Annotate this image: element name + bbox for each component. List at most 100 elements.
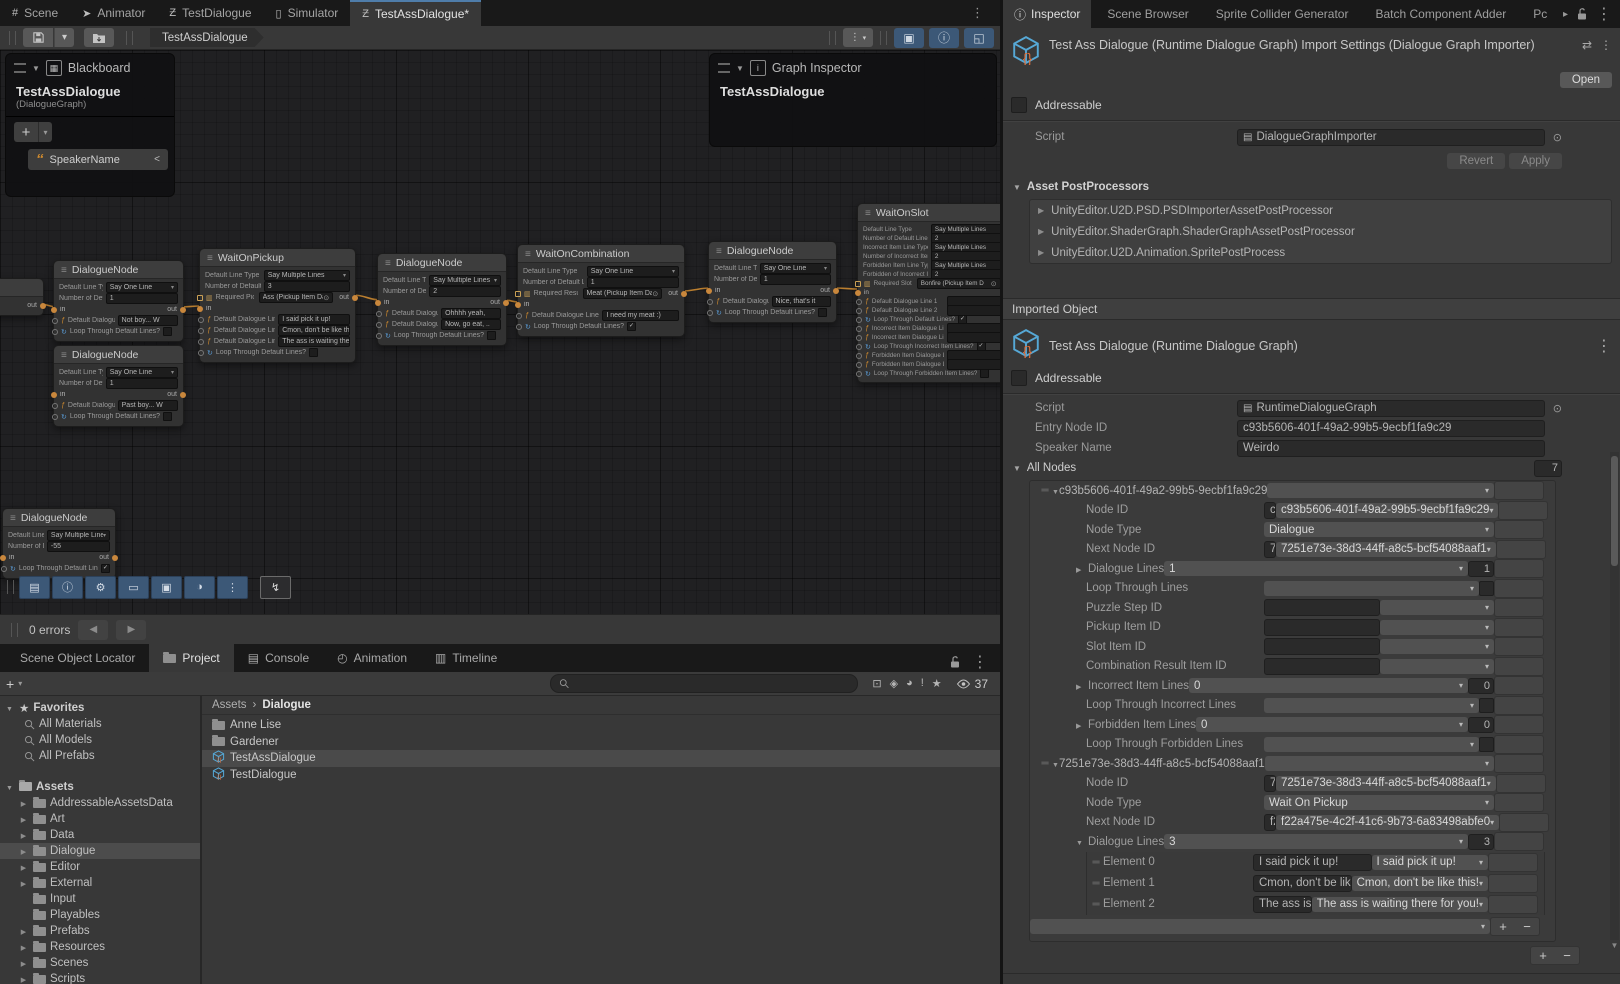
node-number-field[interactable]: 3 xyxy=(264,281,350,292)
remove-element-button[interactable] xyxy=(1513,854,1537,871)
visibility-toggle[interactable]: 37 xyxy=(950,677,994,691)
blackboard-toggle-button[interactable]: ▣ xyxy=(894,28,924,48)
apply-button[interactable]: Apply xyxy=(1509,153,1562,169)
node-text-field[interactable] xyxy=(947,305,1000,316)
input-port[interactable] xyxy=(855,290,861,296)
node-text-field[interactable]: Cmon, don't be like this! xyxy=(278,325,350,336)
drag-handle-icon[interactable] xyxy=(1089,857,1103,868)
property-dropdown[interactable]: 1▾ xyxy=(1164,561,1468,576)
node-checkbox[interactable] xyxy=(627,322,636,331)
add-element-button[interactable] xyxy=(1495,619,1519,636)
expand-arrow-icon[interactable] xyxy=(18,941,29,953)
array-size-field[interactable]: 0 xyxy=(1468,678,1494,694)
search-filter-icon[interactable]: ◕ xyxy=(902,677,917,690)
object-menu-icon[interactable]: ⋮ xyxy=(1596,336,1612,356)
favorites-root[interactable]: ★ Favorites xyxy=(0,699,200,716)
alert-icon[interactable]: ! xyxy=(917,677,928,690)
project-file-item[interactable]: {} Anne Lise xyxy=(202,717,1000,734)
remove-element-button[interactable] xyxy=(1519,755,1543,772)
remove-element-button[interactable] xyxy=(1519,658,1543,675)
property-dropdown[interactable]: 3▾ xyxy=(1164,834,1468,849)
add-element-button[interactable] xyxy=(1497,541,1521,558)
expand-arrow-icon[interactable] xyxy=(4,702,15,714)
property-field[interactable] xyxy=(1264,619,1380,636)
node-number-field[interactable]: 1 xyxy=(760,274,831,285)
add-element-button[interactable] xyxy=(1499,502,1523,519)
remove-element-button[interactable] xyxy=(1519,580,1543,597)
input-port[interactable] xyxy=(856,335,862,341)
add-variable-dropdown[interactable]: ▾ xyxy=(38,122,52,142)
remove-element-button[interactable] xyxy=(1523,502,1547,519)
expand-arrow-icon[interactable] xyxy=(18,861,29,873)
input-port[interactable] xyxy=(856,344,862,350)
input-port[interactable] xyxy=(52,329,58,335)
input-port[interactable] xyxy=(856,308,862,314)
property-field[interactable] xyxy=(1264,599,1380,616)
favorites-item[interactable]: All Materials xyxy=(0,716,200,732)
node-dropdown[interactable]: Say One Line▾ xyxy=(106,282,178,293)
input-port[interactable] xyxy=(51,307,57,313)
tree-item-folder[interactable]: Editor xyxy=(0,859,200,875)
input-port[interactable] xyxy=(516,324,522,330)
presets-icon[interactable]: ⇄ xyxy=(1582,38,1592,70)
tree-item-folder[interactable]: Data xyxy=(0,827,200,843)
property-dropdown[interactable]: ▾ xyxy=(1267,483,1494,498)
graph-canvas[interactable]: StartNode ƒ ↻ ▥ SpeakerName out▾ out out… xyxy=(0,50,1000,614)
input-port[interactable] xyxy=(0,555,6,561)
open-button[interactable]: Open xyxy=(1560,72,1612,88)
addressable-checkbox[interactable] xyxy=(1011,97,1027,113)
output-port[interactable] xyxy=(180,307,186,313)
add-element-button[interactable] xyxy=(1495,658,1519,675)
remove-node-button[interactable]: − xyxy=(1555,947,1579,964)
tab-overflow-icon[interactable]: ▸ xyxy=(1563,9,1568,20)
remove-element-button[interactable] xyxy=(1519,716,1543,733)
input-port[interactable] xyxy=(856,362,862,368)
info-toggle-button[interactable]: ⓘ xyxy=(52,576,83,599)
property-dropdown[interactable]: 7251e73e-38d3-44ff-a8c5-bcf54088aaf1▾ xyxy=(1276,776,1496,791)
input-port[interactable] xyxy=(198,339,204,345)
tree-item-folder[interactable]: Playables xyxy=(0,907,200,923)
search-by-label-icon[interactable]: ◈ xyxy=(886,677,902,690)
expand-arrow-icon[interactable] xyxy=(18,845,29,857)
graph-node-start[interactable]: StartNode ƒ ↻ ▥ SpeakerName out▾ out out… xyxy=(0,278,44,316)
tree-item-folder[interactable]: Prefabs xyxy=(0,923,200,939)
breadcrumb-current[interactable]: Dialogue xyxy=(262,699,311,711)
add-element-button[interactable] xyxy=(1489,854,1513,871)
prev-error-button[interactable]: ◀ xyxy=(78,620,108,640)
node-dropdown[interactable]: Say One Line▾ xyxy=(587,266,679,277)
property-dropdown[interactable]: 0▾ xyxy=(1189,678,1468,693)
add-element-button[interactable] xyxy=(1495,697,1519,714)
window-tab[interactable]: Ƶ TestDialogue xyxy=(157,0,263,26)
remove-element-button[interactable] xyxy=(1513,875,1537,892)
property-dropdown[interactable]: f22a475e-4c2f-41c6-9b73-6a83498abfe0▾ xyxy=(1276,815,1499,830)
property-dropdown[interactable]: Wait On Pickup▾ xyxy=(1264,795,1494,810)
property-dropdown[interactable]: c93b5606-401f-49a2-99b5-9ecbf1fa9c29▾ xyxy=(1276,503,1498,518)
node-checkbox[interactable] xyxy=(163,412,172,421)
tree-item-folder[interactable]: Scripts xyxy=(0,971,200,984)
input-port[interactable] xyxy=(707,310,713,316)
node-number-field[interactable]: 1 xyxy=(106,293,178,304)
drag-handle-icon[interactable] xyxy=(1038,758,1052,769)
node-object-field[interactable]: Meat (Pickup Item Data)⊙ xyxy=(583,288,663,299)
property-dropdown[interactable]: Cmon, don't be like this!▾ xyxy=(1352,876,1488,891)
node-text-field[interactable]: The ass is waiting there for y xyxy=(278,336,350,347)
input-port[interactable] xyxy=(376,333,382,339)
input-port[interactable] xyxy=(856,326,862,332)
inspector-tab[interactable]: Pc xyxy=(1517,0,1558,28)
add-element-button[interactable] xyxy=(1489,896,1513,913)
input-port[interactable] xyxy=(707,299,713,305)
node-checkbox[interactable] xyxy=(980,369,989,378)
assets-root[interactable]: Assets xyxy=(0,778,200,795)
pane-menu-icon[interactable]: ⋮ xyxy=(972,652,988,672)
remove-element-button[interactable] xyxy=(1519,599,1543,616)
graph-node-wait-on-slot[interactable]: WaitOnSlot ƒ ↻ ▥ Default Line Type Say M… xyxy=(857,203,1000,383)
inspector-tab[interactable]: ⓘ Inspector xyxy=(1003,0,1091,28)
breadcrumb[interactable]: TestAssDialogue xyxy=(150,28,264,47)
drag-handle-icon[interactable] xyxy=(1089,878,1103,889)
all-nodes-foldout[interactable]: ▼ All Nodes 7 xyxy=(1003,458,1620,478)
save-dropdown-button[interactable]: ▾ xyxy=(54,28,74,47)
expand-arrow-icon[interactable] xyxy=(18,829,29,841)
collapse-arrow-icon[interactable]: ▼ xyxy=(32,64,40,73)
add-element-button[interactable] xyxy=(1500,814,1524,831)
window-tab[interactable]: # Scene xyxy=(0,0,70,26)
